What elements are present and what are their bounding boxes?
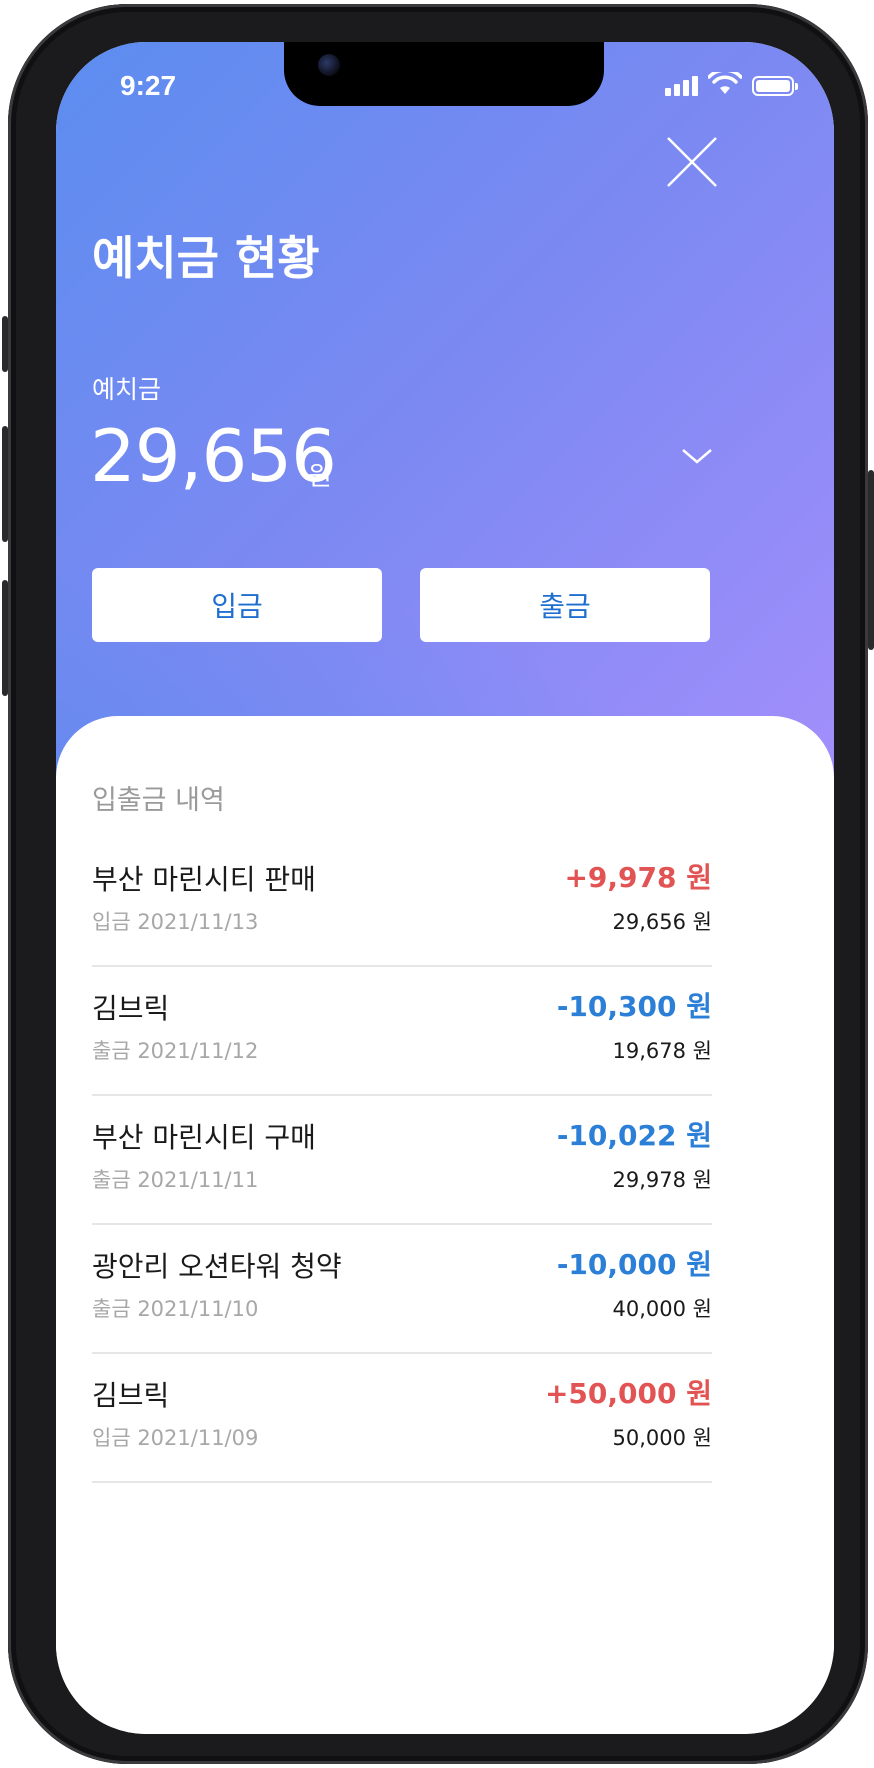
transaction-balance: 40,000 원 [612,1297,712,1321]
signal-icon [665,74,698,96]
transaction-row[interactable]: 김브릭입금 2021/11/09 +50,000 원 50,000 원 [92,1354,712,1483]
status-icons [665,72,798,96]
notch [284,42,604,106]
transaction-row[interactable]: 김브릭출금 2021/11/12 -10,300 원 19,678 원 [92,967,712,1096]
withdraw-button[interactable]: 출금 [420,568,710,642]
transaction-amount: +9,978 원 [564,861,712,894]
history-sheet: 입출금 내역 부산 마린시티 판매입금 2021/11/13 +9,978 원 29… [56,716,834,1734]
transaction-balance: 50,000 원 [612,1426,712,1450]
transaction-type-date: 출금 2021/11/11 [92,1168,259,1192]
transaction-row[interactable]: 부산 마린시티 구매출금 2021/11/11 -10,022 원 29,978 원 [92,1096,712,1225]
transaction-amount: -10,000 원 [556,1248,712,1281]
volume-up-button [2,426,8,542]
transaction-balance: 29,656 원 [612,910,712,934]
status-time: 9:27 [120,70,177,101]
transaction-type-date: 출금 2021/11/12 [92,1039,259,1063]
transaction-amount: -10,300 원 [556,990,712,1023]
transaction-name: 부산 마린시티 구매 [92,1121,316,1154]
mute-switch [2,316,8,372]
phone-frame: 9:27 예치금 현황 예치금 29,656 원 입금 출금 입출금 내역 부산… [2,4,874,1764]
battery-icon [752,76,798,96]
transaction-type-date: 출금 2021/11/10 [92,1297,259,1321]
transaction-name: 김브릭 [92,1379,170,1412]
wifi-icon [708,72,742,94]
screen: 9:27 예치금 현황 예치금 29,656 원 입금 출금 입출금 내역 부산… [56,42,834,1734]
power-button [868,470,874,650]
history-title: 입출금 내역 [92,785,225,816]
transaction-name: 광안리 오션타워 청약 [92,1250,342,1283]
transaction-amount: -10,022 원 [556,1119,712,1152]
close-icon[interactable] [664,134,720,190]
transaction-list: 부산 마린시티 판매입금 2021/11/13 +9,978 원 29,656 원김… [92,838,712,1483]
transaction-row[interactable]: 광안리 오션타워 청약출금 2021/11/10 -10,000 원 40,000 … [92,1225,712,1354]
transaction-balance: 29,978 원 [612,1168,712,1192]
transaction-amount: +50,000 원 [544,1377,712,1410]
transaction-row[interactable]: 부산 마린시티 판매입금 2021/11/13 +9,978 원 29,656 원 [92,838,712,967]
page-title: 예치금 현황 [92,231,320,285]
deposit-amount: 29,656 [90,414,337,498]
chevron-down-icon[interactable] [680,444,714,468]
deposit-unit: 원 [308,462,332,492]
transaction-name: 부산 마린시티 판매 [92,863,316,896]
camera [318,54,340,76]
deposit-label: 예치금 [92,375,162,404]
transaction-type-date: 입금 2021/11/13 [92,910,259,934]
volume-down-button [2,580,8,696]
deposit-button[interactable]: 입금 [92,568,382,642]
transaction-type-date: 입금 2021/11/09 [92,1426,259,1450]
transaction-balance: 19,678 원 [612,1039,712,1063]
transaction-name: 김브릭 [92,992,170,1025]
